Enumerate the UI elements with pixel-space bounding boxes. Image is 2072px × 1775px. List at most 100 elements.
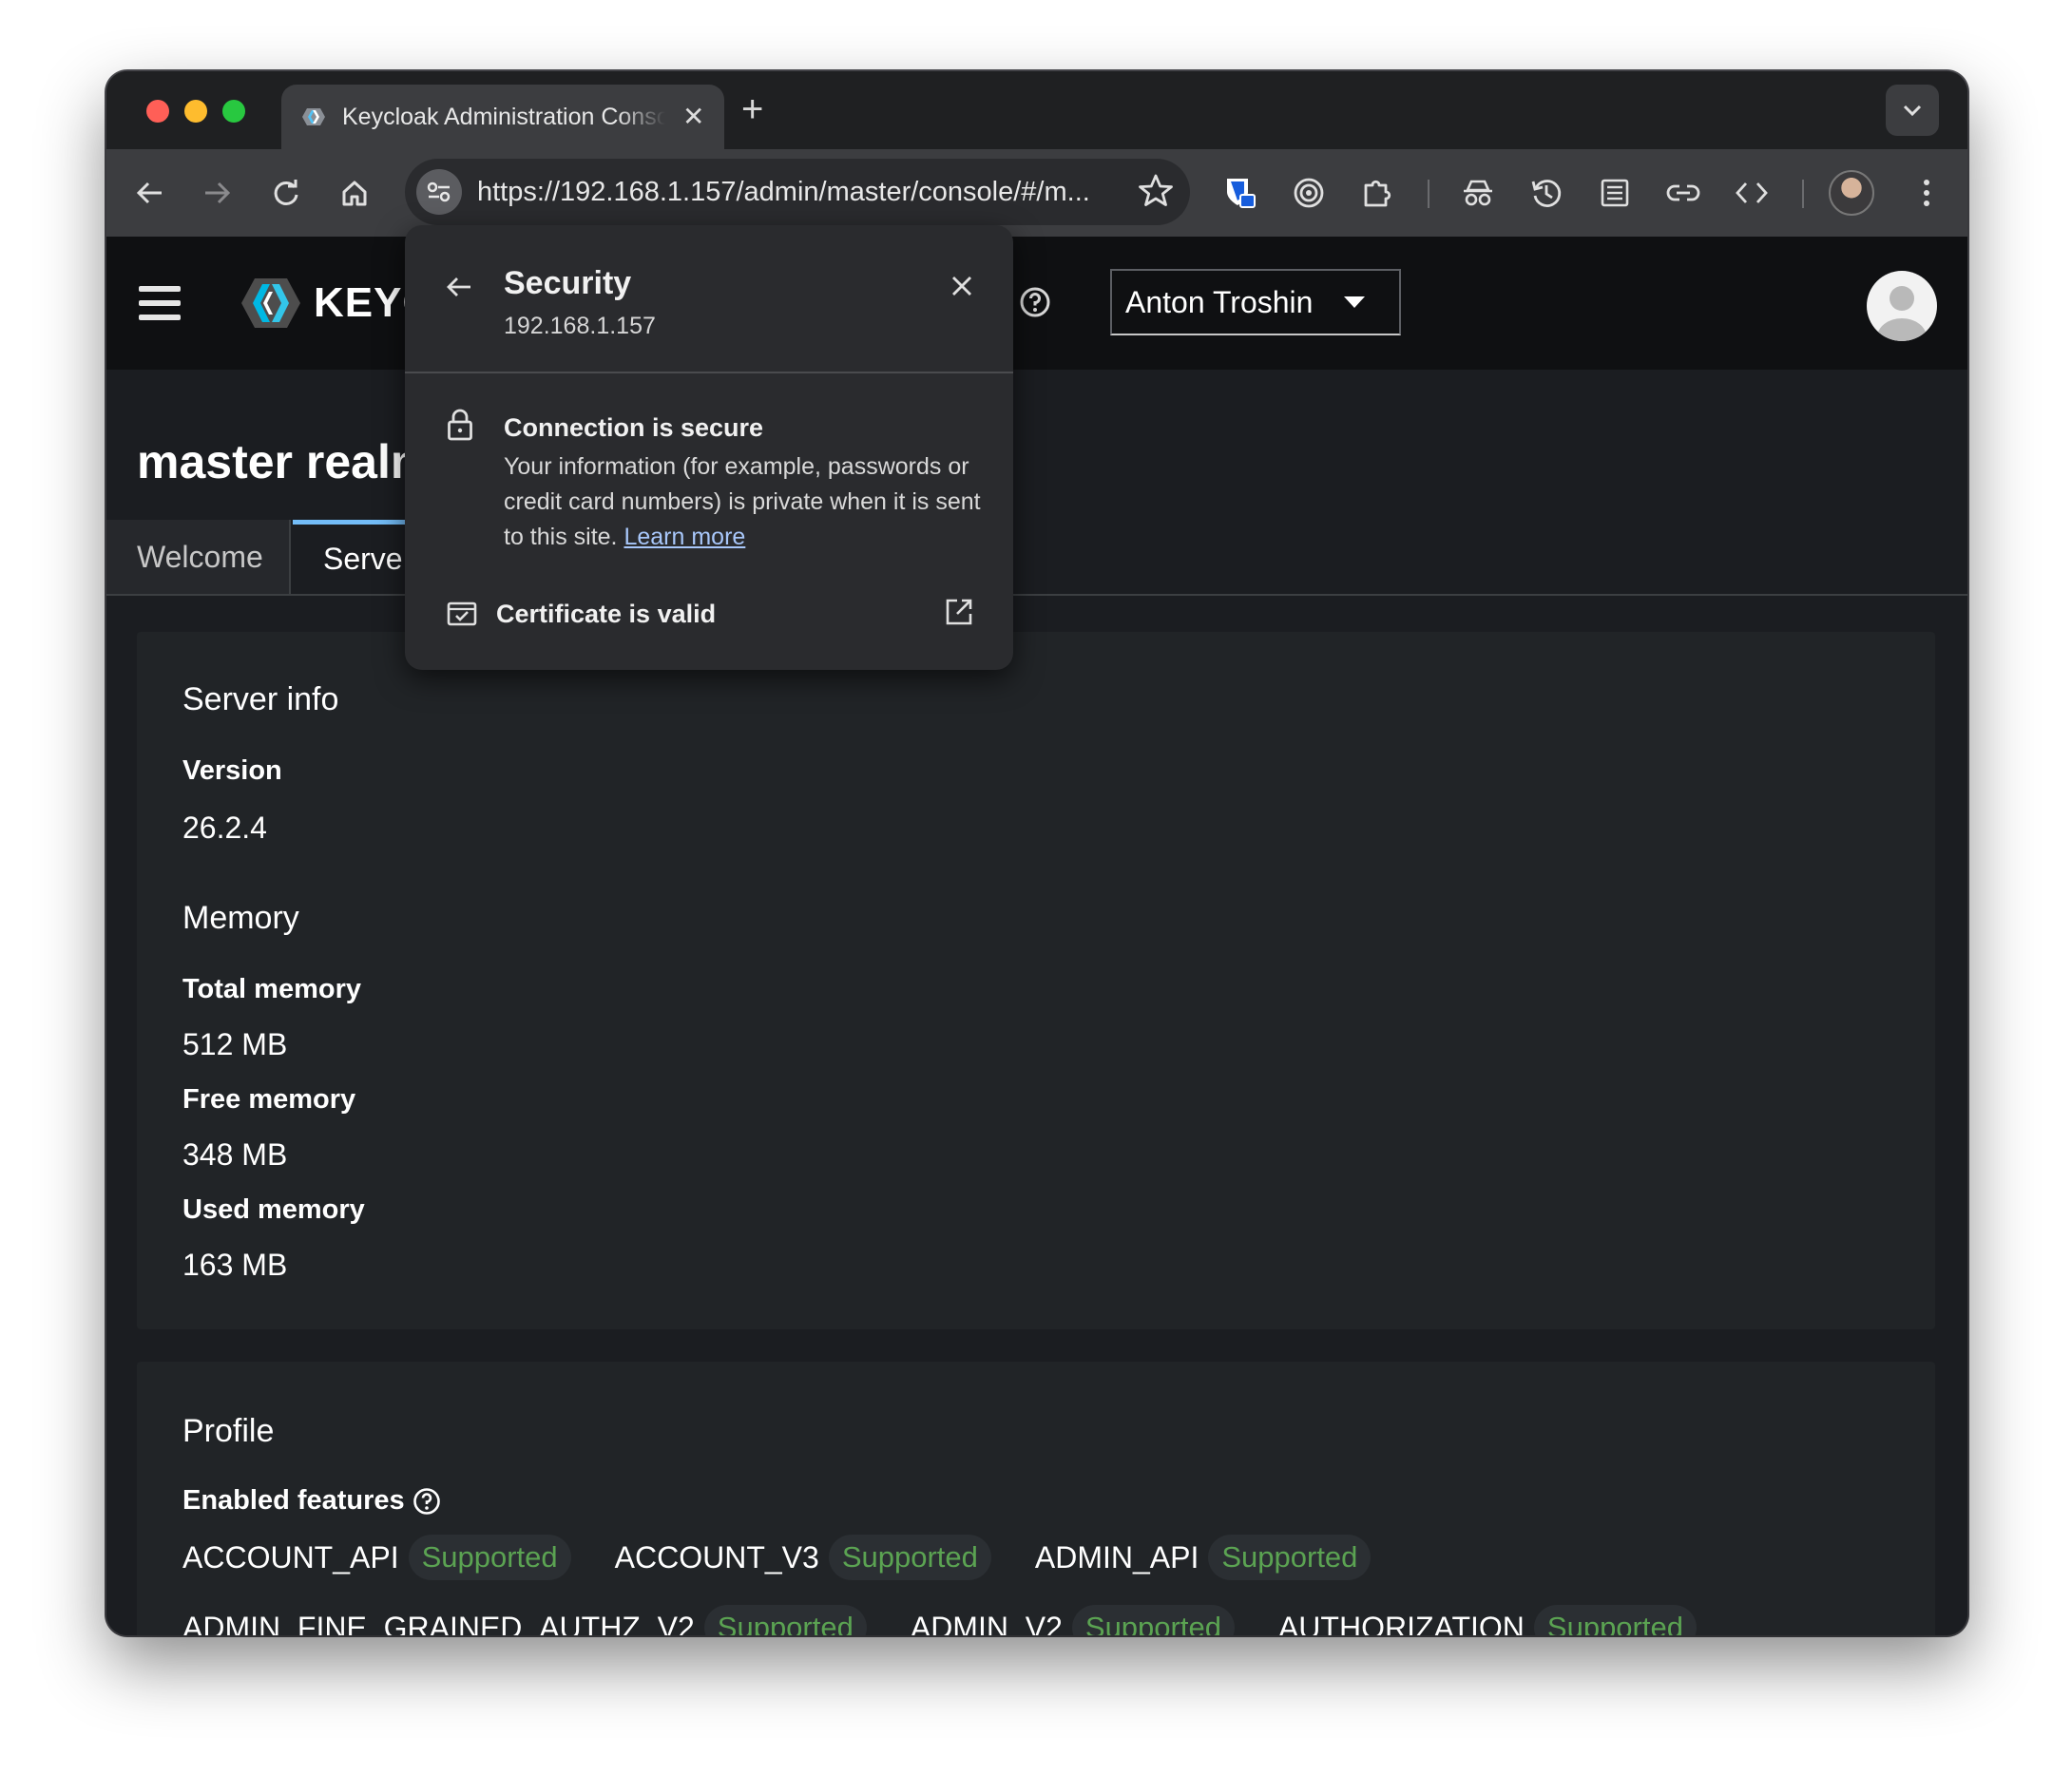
- browser-menu-button[interactable]: [1905, 171, 1948, 215]
- supported-badge: Supported: [408, 1535, 571, 1580]
- tune-icon: [427, 181, 451, 202]
- feature-item: AUTHORIZATION Supported: [1278, 1605, 1697, 1635]
- lock-icon: [448, 409, 472, 441]
- profile-heading: Profile: [182, 1413, 275, 1449]
- memory-heading: Memory: [182, 900, 299, 936]
- profile-card: Profile Enabled features ACCOUNT_API Sup…: [137, 1362, 1935, 1635]
- supported-badge: Supported: [828, 1535, 991, 1580]
- help-icon[interactable]: [1019, 286, 1051, 318]
- feature-name: ADMIN_API: [1034, 1539, 1199, 1575]
- popup-divider: [405, 372, 1013, 373]
- user-name: Anton Troshin: [1125, 284, 1314, 319]
- back-arrow-icon[interactable]: [445, 275, 473, 299]
- feature-item: ADMIN_API Supported: [1035, 1535, 1372, 1580]
- supported-badge: Supported: [703, 1605, 867, 1635]
- focus-extension-button[interactable]: [1287, 171, 1331, 215]
- server-info-heading: Server info: [182, 681, 339, 717]
- learn-more-link[interactable]: Learn more: [624, 524, 745, 550]
- devtools-button[interactable]: [1730, 171, 1774, 215]
- enabled-features-text: Enabled features: [182, 1485, 405, 1516]
- more-vert-icon: [1924, 180, 1929, 206]
- address-bar[interactable]: https://192.168.1.157/admin/master/conso…: [405, 159, 1190, 225]
- user-avatar[interactable]: [1867, 271, 1937, 341]
- total-memory-label: Total memory: [182, 974, 362, 1004]
- features-row: ADMIN_FINE_GRAINED_AUTHZ_V2 Supported AD…: [182, 1605, 1740, 1635]
- server-info-card: Server info Version 26.2.4 Memory Total …: [137, 632, 1935, 1329]
- arrow-right-icon: [205, 181, 231, 204]
- bookmark-star-icon[interactable]: [1137, 172, 1175, 210]
- user-dropdown[interactable]: Anton Troshin: [1110, 269, 1401, 335]
- code-icon: [1736, 182, 1768, 203]
- keycloak-masthead: KEYC Anton Troshin: [106, 237, 1967, 370]
- supported-badge: Supported: [1208, 1535, 1372, 1580]
- browser-tab-keycloak[interactable]: Keycloak Administration Console ✕: [281, 85, 724, 149]
- free-memory-value: 348 MB: [182, 1137, 288, 1172]
- connection-title: Connection is secure: [504, 413, 764, 442]
- extensions-button[interactable]: [1355, 171, 1399, 215]
- minimize-window-button[interactable]: [184, 100, 207, 123]
- version-label: Version: [182, 755, 282, 786]
- tab-strip: Keycloak Administration Console ✕ +: [106, 71, 1967, 149]
- profile-avatar[interactable]: [1829, 170, 1874, 216]
- main-content: Server info Version 26.2.4 Memory Total …: [106, 596, 1967, 1635]
- toolbar-separator: [1802, 180, 1804, 208]
- url-text[interactable]: https://192.168.1.157/admin/master/conso…: [477, 177, 1133, 208]
- keycloak-logo-icon: [241, 278, 300, 328]
- connection-description: Your information (for example, passwords…: [504, 449, 998, 555]
- open-in-new-icon[interactable]: [945, 598, 973, 626]
- site-info-button[interactable]: [416, 169, 462, 215]
- reading-list-button[interactable]: [1593, 171, 1637, 215]
- certificate-icon: [447, 601, 477, 626]
- feature-item: ACCOUNT_V3 Supported: [615, 1535, 991, 1580]
- history-icon: [1531, 180, 1562, 207]
- arrow-left-icon: [136, 181, 162, 204]
- feature-name: ACCOUNT_V3: [614, 1539, 819, 1575]
- supported-badge: Supported: [1071, 1605, 1235, 1635]
- bitwarden-extension-button[interactable]: [1218, 171, 1262, 215]
- popup-host: 192.168.1.157: [504, 313, 656, 339]
- hamburger-menu-icon[interactable]: [139, 286, 181, 320]
- page-title: master realm: [137, 435, 433, 488]
- features-row: ACCOUNT_API Supported ACCOUNT_V3 Support…: [182, 1535, 1414, 1580]
- feature-name: ADMIN_FINE_GRAINED_AUTHZ_V2: [182, 1610, 695, 1636]
- reload-button[interactable]: [264, 171, 308, 215]
- target-icon: [1294, 178, 1324, 208]
- feature-item: ADMIN_FINE_GRAINED_AUTHZ_V2 Supported: [182, 1605, 867, 1635]
- caret-down-icon: [1344, 296, 1365, 308]
- incognito-icon: [1464, 180, 1492, 206]
- close-icon[interactable]: [950, 275, 973, 297]
- maximize-window-button[interactable]: [222, 100, 245, 123]
- security-popup: Security 192.168.1.157 Connection is sec…: [405, 225, 1013, 670]
- new-tab-button[interactable]: +: [741, 90, 763, 128]
- feature-item: ACCOUNT_API Supported: [182, 1535, 571, 1580]
- incognito-button[interactable]: [1456, 171, 1500, 215]
- help-icon[interactable]: [412, 1487, 441, 1516]
- reload-icon: [274, 180, 298, 205]
- feature-item: ADMIN_V2 Supported: [911, 1605, 1235, 1635]
- tab-search-button[interactable]: [1886, 85, 1939, 136]
- home-button[interactable]: [333, 171, 376, 215]
- free-memory-label: Free memory: [182, 1084, 356, 1115]
- tab-title: Keycloak Administration Console: [342, 103, 665, 130]
- copy-link-button[interactable]: [1661, 171, 1705, 215]
- feature-name: AUTHORIZATION: [1277, 1610, 1525, 1636]
- tab-welcome[interactable]: Welcome: [106, 520, 291, 594]
- used-memory-value: 163 MB: [182, 1248, 288, 1282]
- feature-name: ACCOUNT_API: [182, 1539, 399, 1575]
- history-button[interactable]: [1525, 171, 1568, 215]
- popup-title: Security: [504, 265, 632, 301]
- browser-toolbar: https://192.168.1.157/admin/master/conso…: [106, 149, 1967, 237]
- close-window-button[interactable]: [146, 100, 169, 123]
- total-memory-value: 512 MB: [182, 1027, 288, 1061]
- enabled-features-label: Enabled features: [182, 1485, 441, 1517]
- page-header: master realm Welcome Serve: [106, 370, 1967, 596]
- toolbar-separator: [1428, 180, 1429, 208]
- back-button[interactable]: [127, 171, 171, 215]
- version-value: 26.2.4: [182, 811, 267, 845]
- supported-badge: Supported: [1533, 1605, 1697, 1635]
- used-memory-label: Used memory: [182, 1194, 365, 1225]
- certificate-valid-label[interactable]: Certificate is valid: [496, 600, 716, 629]
- forward-button[interactable]: [196, 171, 240, 215]
- tab-close-icon[interactable]: ✕: [682, 104, 704, 130]
- browser-window: Keycloak Administration Console ✕ + http…: [106, 71, 1967, 1635]
